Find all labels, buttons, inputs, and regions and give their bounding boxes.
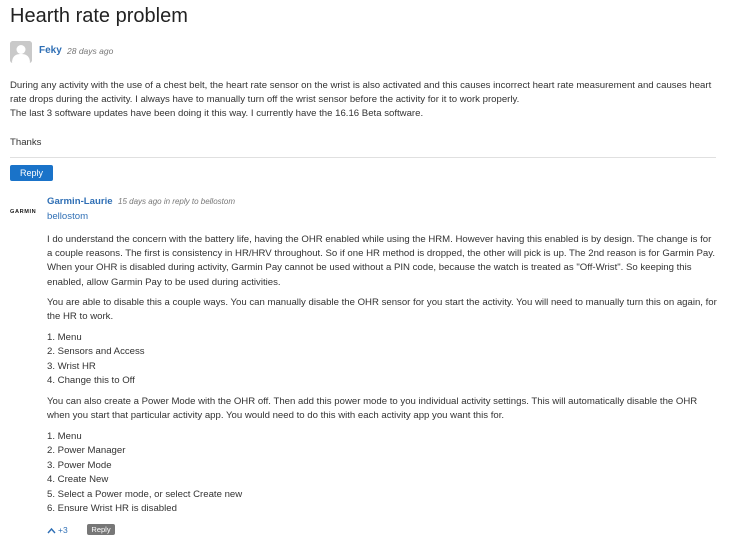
reply-button-small[interactable]: Reply: [87, 524, 115, 535]
list-item: 2. Sensors and Access: [47, 346, 145, 358]
in-reply-to-link[interactable]: bellostom: [201, 197, 235, 206]
mention-link[interactable]: bellostom: [47, 211, 88, 222]
upvote-chevron-icon[interactable]: [47, 527, 56, 534]
reply-paragraph: You can also create a Power Mode with th…: [47, 396, 698, 422]
steps-list-1: 1. Menu 2. Sensors and Access 3. Wrist H…: [47, 331, 145, 389]
avatar[interactable]: [10, 41, 32, 63]
reply-paragraph: You are able to disable this a couple wa…: [47, 297, 717, 323]
post-paragraph: The last 3 software updates have been do…: [10, 108, 424, 119]
list-item: 1. Menu: [47, 431, 82, 442]
reply-timestamp: 15 days ago: [118, 197, 162, 206]
reply-button[interactable]: Reply: [10, 165, 53, 181]
post-body: During any activity with the use of a ch…: [10, 79, 720, 121]
vote-control[interactable]: +3: [47, 525, 68, 535]
post-title: Hearth rate problem: [10, 5, 188, 27]
user-avatar-icon: [10, 41, 32, 63]
post-paragraph: During any activity with the use of a ch…: [10, 80, 712, 105]
vote-count: +3: [58, 525, 68, 535]
list-item: 6. Ensure Wrist HR is disabled: [47, 503, 177, 515]
list-item: 2. Power Manager: [47, 445, 126, 457]
reply-author-link[interactable]: Garmin-Laurie: [47, 196, 113, 207]
list-item: 4. Create New: [47, 474, 109, 486]
post-author-link[interactable]: Feky: [39, 45, 62, 56]
reply-paragraph: I do understand the concern with the bat…: [47, 234, 715, 288]
list-item: 1. Menu: [47, 332, 82, 343]
list-item: 3. Power Mode: [47, 459, 112, 471]
post-timestamp: 28 days ago: [67, 46, 114, 56]
list-item: 3. Wrist HR: [47, 360, 96, 372]
post-thanks: Thanks: [10, 137, 42, 148]
garmin-logo: GARMIN: [10, 209, 37, 215]
reply-meta: 15 days ago in reply to bellostom: [118, 197, 235, 206]
divider: [10, 157, 716, 158]
steps-list-2: 1. Menu 2. Power Manager 3. Power Mode 4…: [47, 430, 242, 516]
list-item: 4. Change this to Off: [47, 375, 135, 387]
in-reply-prefix: in reply to: [163, 197, 199, 206]
list-item: 5. Select a Power mode, or select Create…: [47, 488, 243, 500]
